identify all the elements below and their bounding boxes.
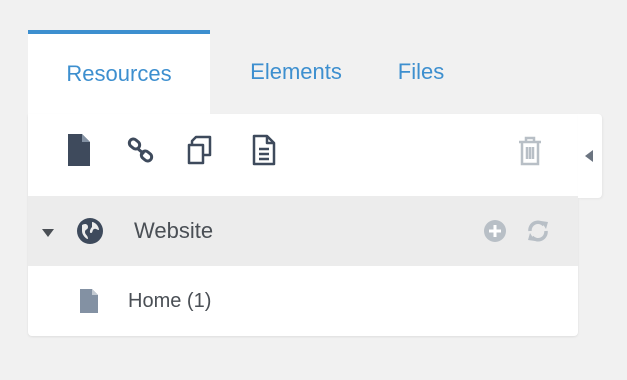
refresh-icon[interactable] xyxy=(526,219,550,248)
duplicate-icon[interactable] xyxy=(186,135,216,170)
caret-left-icon[interactable] xyxy=(585,149,593,167)
globe-icon xyxy=(76,217,104,250)
tab-resources[interactable]: Resources xyxy=(28,30,210,114)
tree-item-label: Home (1) xyxy=(128,290,212,312)
tree-item-label: Website xyxy=(134,218,214,243)
new-document-icon[interactable] xyxy=(68,134,90,171)
link-icon[interactable] xyxy=(126,136,156,171)
resource-card: Website Home (1) xyxy=(28,114,578,336)
resource-panel: Resources Elements Files Website Home (1… xyxy=(28,30,602,336)
add-circle-icon[interactable] xyxy=(484,220,506,247)
file-text-icon[interactable] xyxy=(252,134,276,171)
trash-icon[interactable] xyxy=(518,136,542,171)
tab-bar: Resources Elements Files xyxy=(28,30,578,114)
tree-item-website[interactable]: Website xyxy=(28,196,578,266)
caret-down-icon[interactable] xyxy=(42,226,54,244)
resource-toolbar xyxy=(28,114,578,196)
tab-files[interactable]: Files xyxy=(382,30,460,114)
collapse-panel-handle[interactable] xyxy=(578,114,602,198)
tree-item-home[interactable]: Home (1) xyxy=(28,266,578,336)
tab-elements[interactable]: Elements xyxy=(210,30,382,114)
document-icon xyxy=(80,289,98,318)
